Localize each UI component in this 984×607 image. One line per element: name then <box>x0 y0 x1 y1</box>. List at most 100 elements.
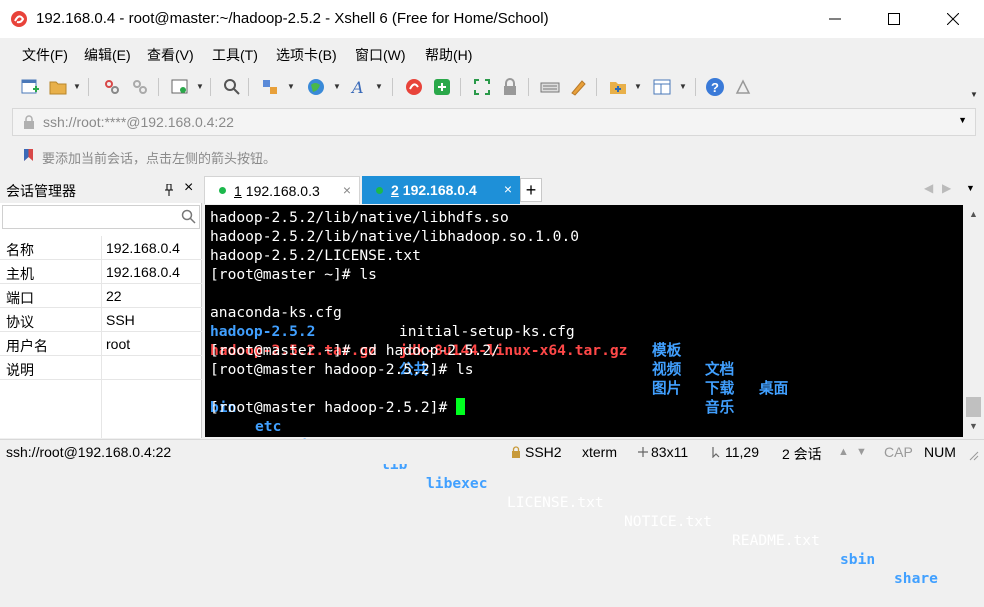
close-icon[interactable]: × <box>184 179 193 197</box>
close-icon[interactable]: × <box>504 181 512 197</box>
property-value: SSH <box>106 312 135 328</box>
tab-number: 2 <box>391 182 399 198</box>
xftp-icon[interactable] <box>432 77 452 97</box>
maximize-icon <box>888 13 900 25</box>
maximize-button[interactable] <box>871 0 917 38</box>
chevron-down-icon[interactable]: ▼ <box>375 82 383 91</box>
property-value: 22 <box>106 288 122 304</box>
property-value: root <box>106 336 131 352</box>
address-input[interactable]: ssh://root:****@192.168.0.4:22 <box>43 114 234 130</box>
arrow-down-icon[interactable]: ▼ <box>856 446 867 458</box>
xshell-logo-icon <box>11 11 27 27</box>
close-icon[interactable]: × <box>343 182 351 198</box>
terminal-line: hadoop-2.5.2/lib/native/libhdfs.so <box>210 209 509 226</box>
xshell-window: 192.168.0.4 - root@master:~/hadoop-2.5.2… <box>0 0 984 587</box>
chevron-down-icon[interactable]: ▼ <box>966 183 975 193</box>
property-key: 用户名 <box>6 338 48 354</box>
chevron-down-icon[interactable]: ▼ <box>679 82 687 91</box>
disconnect-icon[interactable] <box>130 77 150 97</box>
connect-icon[interactable] <box>102 77 122 97</box>
xshell-icon[interactable] <box>404 77 424 97</box>
tab-session-1[interactable]: 1 192.168.0.3 × <box>204 176 360 204</box>
font-icon[interactable]: A <box>350 77 370 97</box>
chevron-down-icon[interactable]: ▼ <box>73 82 81 91</box>
hint-text: 要添加当前会话，点击左侧的箭头按钮。 <box>42 151 277 166</box>
minimize-icon <box>829 18 841 20</box>
menu-bar: 文件(F) 编辑(E) 查看(V) 工具(T) 选项卡(B) 窗口(W) 帮助(… <box>0 38 984 70</box>
toolbar-overflow-icon[interactable]: ▼ <box>970 90 978 99</box>
help-icon[interactable]: ? <box>705 77 725 97</box>
open-folder-icon[interactable] <box>48 77 68 97</box>
search-icon[interactable] <box>181 209 197 225</box>
transfer-icon[interactable] <box>260 77 280 97</box>
tab-session-2[interactable]: 2 192.168.0.4 × <box>362 176 520 204</box>
window-title: 192.168.0.4 - root@master:~/hadoop-2.5.2… <box>36 10 549 27</box>
status-size: 83x11 <box>651 444 689 460</box>
session-search-input[interactable] <box>2 205 200 229</box>
address-bar[interactable]: ssh://root:****@192.168.0.4:22 ▼ <box>12 108 976 136</box>
property-key: 说明 <box>6 362 34 378</box>
fullscreen-icon[interactable] <box>472 77 492 97</box>
compose-folder-icon[interactable] <box>608 77 628 97</box>
file-entry: initial-setup-ks.cfg <box>399 323 575 340</box>
chevron-down-icon[interactable]: ▼ <box>287 82 295 91</box>
keyboard-icon[interactable] <box>540 77 560 97</box>
menu-tools[interactable]: 工具(T) <box>212 45 258 65</box>
scrollbar-thumb[interactable] <box>966 397 981 417</box>
tab-scroll-left-icon[interactable]: ◀ <box>924 181 933 195</box>
lock-icon <box>512 446 520 458</box>
dir-entry: 图片 <box>652 380 682 397</box>
file-entry: LICENSE.txt <box>507 494 604 511</box>
tab-scroll-right-icon[interactable]: ▶ <box>942 181 951 195</box>
menu-edit[interactable]: 编辑(E) <box>84 45 131 65</box>
menu-help[interactable]: 帮助(H) <box>425 45 472 65</box>
layout-icon[interactable] <box>652 77 672 97</box>
toolbar-separator <box>158 78 159 96</box>
properties-icon[interactable] <box>170 77 190 97</box>
settings-icon[interactable] <box>733 77 753 97</box>
svg-text:?: ? <box>711 80 719 95</box>
menu-window[interactable]: 窗口(W) <box>355 45 406 65</box>
status-sessions: 2 会话 <box>782 446 822 462</box>
resize-grip-icon[interactable] <box>968 450 980 462</box>
arrow-up-icon[interactable]: ▲ <box>838 446 849 458</box>
lock-icon[interactable] <box>500 77 520 97</box>
toolbar-separator <box>695 78 696 96</box>
new-tab-button[interactable]: + <box>520 178 542 202</box>
status-cursor-position: 11,29 <box>725 444 759 460</box>
hint-bar: 要添加当前会话，点击左侧的箭头按钮。 <box>0 140 984 170</box>
toolbar-separator <box>528 78 529 96</box>
terminal-prompt-line: [root@master hadoop-2.5.2]# <box>210 398 466 417</box>
chevron-down-icon[interactable]: ▼ <box>958 115 967 125</box>
dir-entry: share <box>894 570 938 587</box>
session-manager-header: 会话管理器 × <box>0 176 202 203</box>
title-bar[interactable]: 192.168.0.4 - root@master:~/hadoop-2.5.2… <box>0 0 984 38</box>
bookmark-arrow-icon[interactable] <box>22 148 36 162</box>
toolbar-separator <box>392 78 393 96</box>
close-button[interactable] <box>930 0 976 38</box>
property-key: 端口 <box>6 290 34 306</box>
globe-icon[interactable] <box>306 77 326 97</box>
dir-entry: 模板 <box>652 342 682 359</box>
terminal-scrollbar[interactable]: ▲ ▼ <box>963 205 984 437</box>
chevron-down-icon[interactable]: ▼ <box>634 82 642 91</box>
menu-view[interactable]: 查看(V) <box>147 45 194 65</box>
toolbar-separator <box>88 78 89 96</box>
close-icon <box>947 13 959 25</box>
new-session-icon[interactable] <box>20 77 40 97</box>
highlight-pen-icon[interactable] <box>568 77 588 97</box>
terminal-screen[interactable]: hadoop-2.5.2/lib/native/libhdfs.so hadoo… <box>205 205 963 587</box>
status-terminal-type: xterm <box>582 444 617 460</box>
chevron-down-icon[interactable]: ▼ <box>196 82 204 91</box>
toolbar-separator <box>460 78 461 96</box>
scroll-down-icon[interactable]: ▼ <box>969 421 978 431</box>
property-key: 名称 <box>6 242 34 258</box>
pin-icon[interactable] <box>164 184 174 196</box>
resize-icon <box>638 447 648 457</box>
menu-tabs[interactable]: 选项卡(B) <box>276 45 337 65</box>
chevron-down-icon[interactable]: ▼ <box>333 82 341 91</box>
menu-file[interactable]: 文件(F) <box>22 45 68 65</box>
search-icon[interactable] <box>222 77 242 97</box>
scroll-up-icon[interactable]: ▲ <box>969 209 978 219</box>
minimize-button[interactable] <box>812 0 858 38</box>
